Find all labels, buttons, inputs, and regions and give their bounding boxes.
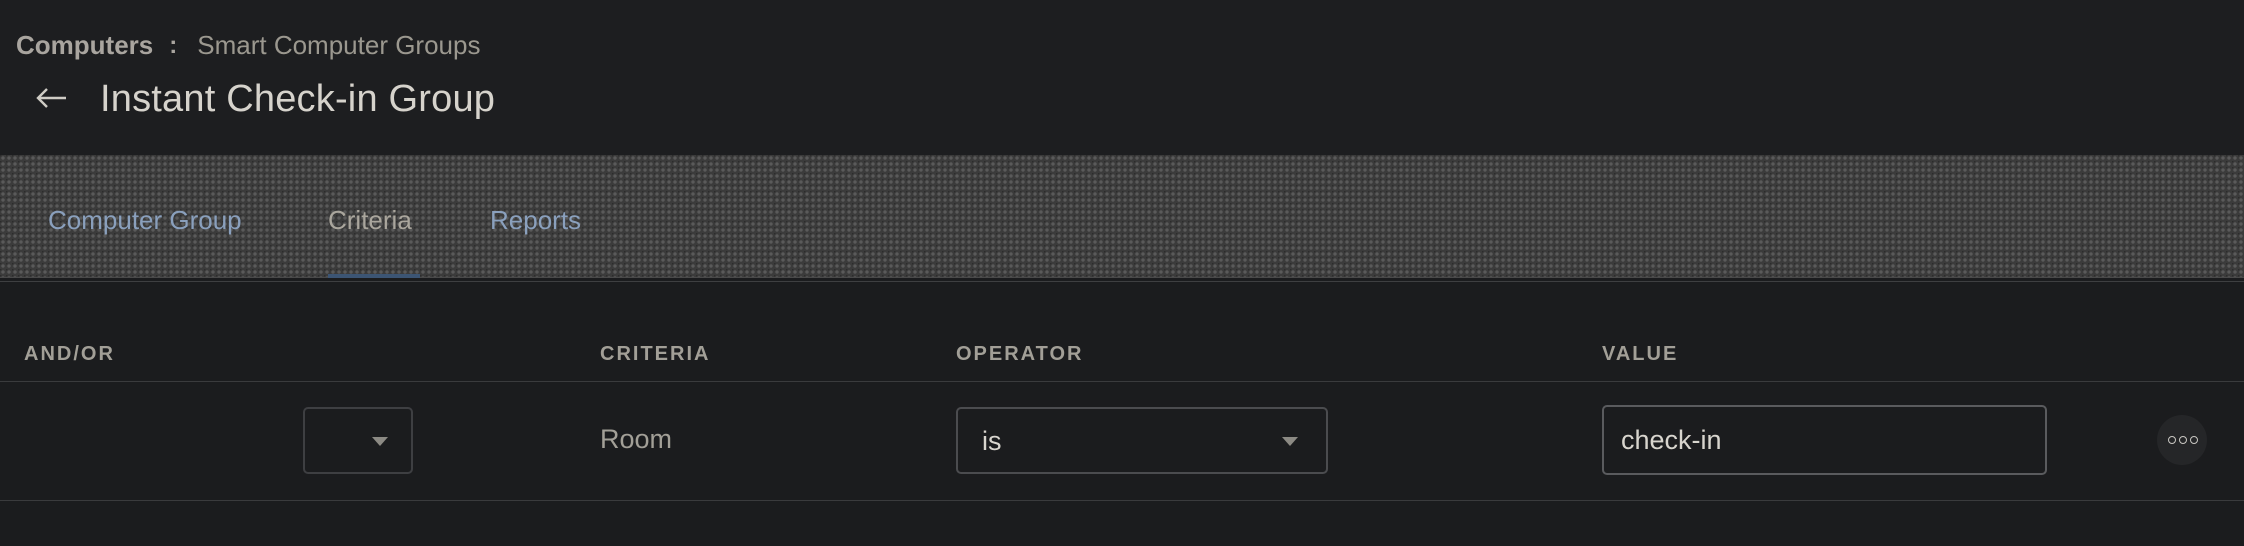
criteria-cell: Room bbox=[600, 424, 673, 454]
page-title: Instant Check-in Group bbox=[100, 78, 496, 120]
tab-reports[interactable]: Reports bbox=[490, 205, 581, 236]
column-header-criteria: CRITERIA bbox=[600, 343, 711, 365]
column-header-and-or: AND/OR bbox=[24, 343, 115, 365]
operator-selected-value: is bbox=[982, 426, 1002, 456]
caret-down-icon bbox=[372, 437, 388, 446]
back-arrow-icon[interactable] bbox=[32, 78, 72, 118]
operator-select[interactable]: is bbox=[956, 407, 1328, 474]
page-header: Computers : Smart Computer Groups Instan… bbox=[0, 0, 2244, 155]
tab-criteria[interactable]: Criteria bbox=[328, 205, 412, 236]
tab-bar: Computer Group Criteria Reports bbox=[0, 155, 2244, 278]
row-divider bbox=[0, 381, 2244, 382]
more-options-button[interactable] bbox=[2157, 415, 2207, 465]
breadcrumb-computers-link[interactable]: Computers bbox=[16, 30, 153, 61]
and-or-select[interactable] bbox=[303, 407, 413, 474]
page: Computers : Smart Computer Groups Instan… bbox=[0, 0, 2244, 546]
divider bbox=[0, 281, 2244, 282]
breadcrumb-smart-computer-groups-link[interactable]: Smart Computer Groups bbox=[197, 30, 480, 61]
column-header-value: VALUE bbox=[1602, 343, 1679, 365]
value-input[interactable] bbox=[1602, 405, 2047, 475]
row-divider bbox=[0, 500, 2244, 501]
more-options-icon bbox=[2168, 436, 2198, 444]
breadcrumb-separator: : bbox=[169, 31, 178, 59]
column-header-operator: OPERATOR bbox=[956, 343, 1084, 365]
tab-computer-group[interactable]: Computer Group bbox=[48, 205, 242, 236]
caret-down-icon bbox=[1282, 437, 1298, 446]
active-tab-indicator bbox=[328, 274, 420, 278]
breadcrumb: Computers : Smart Computer Groups bbox=[16, 30, 480, 61]
